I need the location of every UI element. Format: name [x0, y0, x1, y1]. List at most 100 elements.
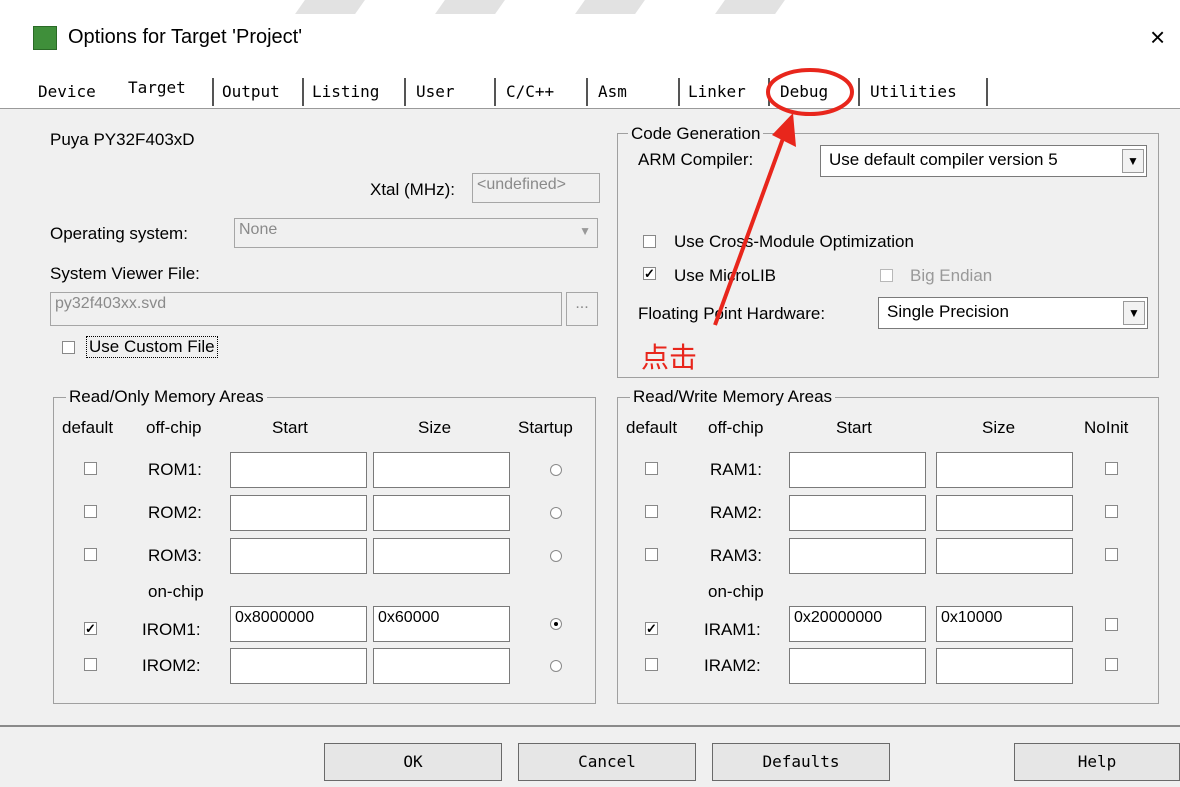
- debug-highlight-circle: [766, 68, 854, 116]
- irom1-default-checkbox[interactable]: ✓: [84, 622, 97, 635]
- chevron-down-icon[interactable]: ▼: [1122, 149, 1144, 173]
- window-title: Options for Target 'Project': [68, 26, 303, 48]
- fp-hardware-select[interactable]: Single Precision ▼: [878, 297, 1148, 329]
- iram2-default-checkbox[interactable]: [645, 658, 658, 671]
- rom-header-start: Start: [272, 418, 308, 437]
- rom3-default-checkbox[interactable]: [84, 548, 97, 561]
- tab-separator: [678, 78, 680, 106]
- irom2-start-input[interactable]: [230, 648, 367, 684]
- tab-device[interactable]: Device: [38, 80, 96, 104]
- ok-button[interactable]: OK: [324, 743, 502, 781]
- iram1-label: IRAM1:: [704, 620, 761, 639]
- rom1-label: ROM1:: [148, 460, 202, 479]
- tab-separator: [494, 78, 496, 106]
- rom-header-offchip: off-chip: [146, 418, 202, 437]
- tab-cpp[interactable]: C/C++: [506, 80, 554, 104]
- microlib-checkbox[interactable]: ✓: [643, 267, 656, 280]
- use-custom-file-label[interactable]: Use Custom File: [86, 336, 218, 358]
- rom2-startup-radio[interactable]: [550, 507, 562, 519]
- ram3-size-input[interactable]: [936, 538, 1073, 574]
- ram1-start-input[interactable]: [789, 452, 926, 488]
- chevron-down-icon: ▼: [579, 224, 591, 238]
- annotation-arrow-head: [772, 113, 796, 147]
- rom3-start-input[interactable]: [230, 538, 367, 574]
- top-decoration: [295, 0, 365, 14]
- rom1-startup-radio[interactable]: [550, 464, 562, 476]
- close-icon[interactable]: ×: [1150, 22, 1165, 53]
- cross-module-checkbox[interactable]: [643, 235, 656, 248]
- rom1-default-checkbox[interactable]: [84, 462, 97, 475]
- irom1-start-input[interactable]: 0x8000000: [230, 606, 367, 642]
- rom1-start-input[interactable]: [230, 452, 367, 488]
- irom2-default-checkbox[interactable]: [84, 658, 97, 671]
- ram3-start-input[interactable]: [789, 538, 926, 574]
- ram2-label: RAM2:: [710, 503, 762, 522]
- ram2-start-input[interactable]: [789, 495, 926, 531]
- device-name: Puya PY32F403xD: [50, 130, 195, 149]
- tab-utilities[interactable]: Utilities: [870, 80, 957, 104]
- iram1-size-input[interactable]: 0x10000: [936, 606, 1073, 642]
- ram-onchip-label: on-chip: [708, 582, 764, 601]
- tab-separator: [586, 78, 588, 106]
- svd-field[interactable]: py32f403xx.svd: [50, 292, 562, 326]
- ram1-size-input[interactable]: [936, 452, 1073, 488]
- ram2-default-checkbox[interactable]: [645, 505, 658, 518]
- ram-header-default: default: [626, 418, 678, 437]
- use-custom-file-checkbox[interactable]: [62, 341, 75, 354]
- irom1-startup-radio[interactable]: [550, 618, 562, 630]
- ram3-default-checkbox[interactable]: [645, 548, 658, 561]
- big-endian-checkbox[interactable]: [880, 269, 893, 282]
- big-endian-label: Big Endian: [910, 266, 993, 285]
- rom2-start-input[interactable]: [230, 495, 367, 531]
- irom1-size-input[interactable]: 0x60000: [373, 606, 510, 642]
- os-select[interactable]: None ▼: [234, 218, 598, 248]
- ram2-noinit-checkbox[interactable]: [1105, 505, 1118, 518]
- rom-group-title: Read/Only Memory Areas: [66, 387, 267, 407]
- tab-user[interactable]: User: [416, 80, 455, 104]
- iram2-noinit-checkbox[interactable]: [1105, 658, 1118, 671]
- cancel-button[interactable]: Cancel: [518, 743, 696, 781]
- top-decoration: [575, 0, 645, 14]
- tab-separator: [302, 78, 304, 106]
- iram2-size-input[interactable]: [936, 648, 1073, 684]
- rom3-startup-radio[interactable]: [550, 550, 562, 562]
- help-button[interactable]: Help: [1014, 743, 1180, 781]
- rom3-label: ROM3:: [148, 546, 202, 565]
- chevron-down-icon[interactable]: ▼: [1123, 301, 1145, 325]
- tab-output[interactable]: Output: [222, 80, 280, 104]
- ram3-noinit-checkbox[interactable]: [1105, 548, 1118, 561]
- tab-separator: [404, 78, 406, 106]
- xtal-field[interactable]: <undefined>: [472, 173, 600, 203]
- ram1-label: RAM1:: [710, 460, 762, 479]
- iram1-start-input[interactable]: 0x20000000: [789, 606, 926, 642]
- tab-target[interactable]: Target: [128, 76, 186, 100]
- svd-label: System Viewer File:: [50, 264, 200, 283]
- irom2-label: IROM2:: [142, 656, 201, 675]
- rom2-size-input[interactable]: [373, 495, 510, 531]
- irom2-size-input[interactable]: [373, 648, 510, 684]
- rom-header-size: Size: [418, 418, 452, 437]
- rom2-default-checkbox[interactable]: [84, 505, 97, 518]
- os-value: None: [239, 221, 278, 238]
- top-decoration: [435, 0, 505, 14]
- rom1-size-input[interactable]: [373, 452, 510, 488]
- ram3-label: RAM3:: [710, 546, 762, 565]
- tab-asm[interactable]: Asm: [598, 80, 627, 104]
- tab-separator: [986, 78, 988, 106]
- iram1-default-checkbox[interactable]: ✓: [645, 622, 658, 635]
- ram1-default-checkbox[interactable]: [645, 462, 658, 475]
- annotation-overlay: [713, 68, 854, 326]
- ram1-noinit-checkbox[interactable]: [1105, 462, 1118, 475]
- rom-header-default: default: [62, 418, 114, 437]
- browse-button[interactable]: ...: [566, 292, 598, 326]
- ram2-size-input[interactable]: [936, 495, 1073, 531]
- defaults-button[interactable]: Defaults: [712, 743, 890, 781]
- irom2-startup-radio[interactable]: [550, 660, 562, 672]
- annotation-text: 点击: [641, 342, 698, 373]
- rom3-size-input[interactable]: [373, 538, 510, 574]
- iram1-noinit-checkbox[interactable]: [1105, 618, 1118, 631]
- ram-header-noinit: NoInit: [1084, 418, 1129, 437]
- iram2-start-input[interactable]: [789, 648, 926, 684]
- irom1-label: IROM1:: [142, 620, 201, 639]
- tab-listing[interactable]: Listing: [312, 80, 379, 104]
